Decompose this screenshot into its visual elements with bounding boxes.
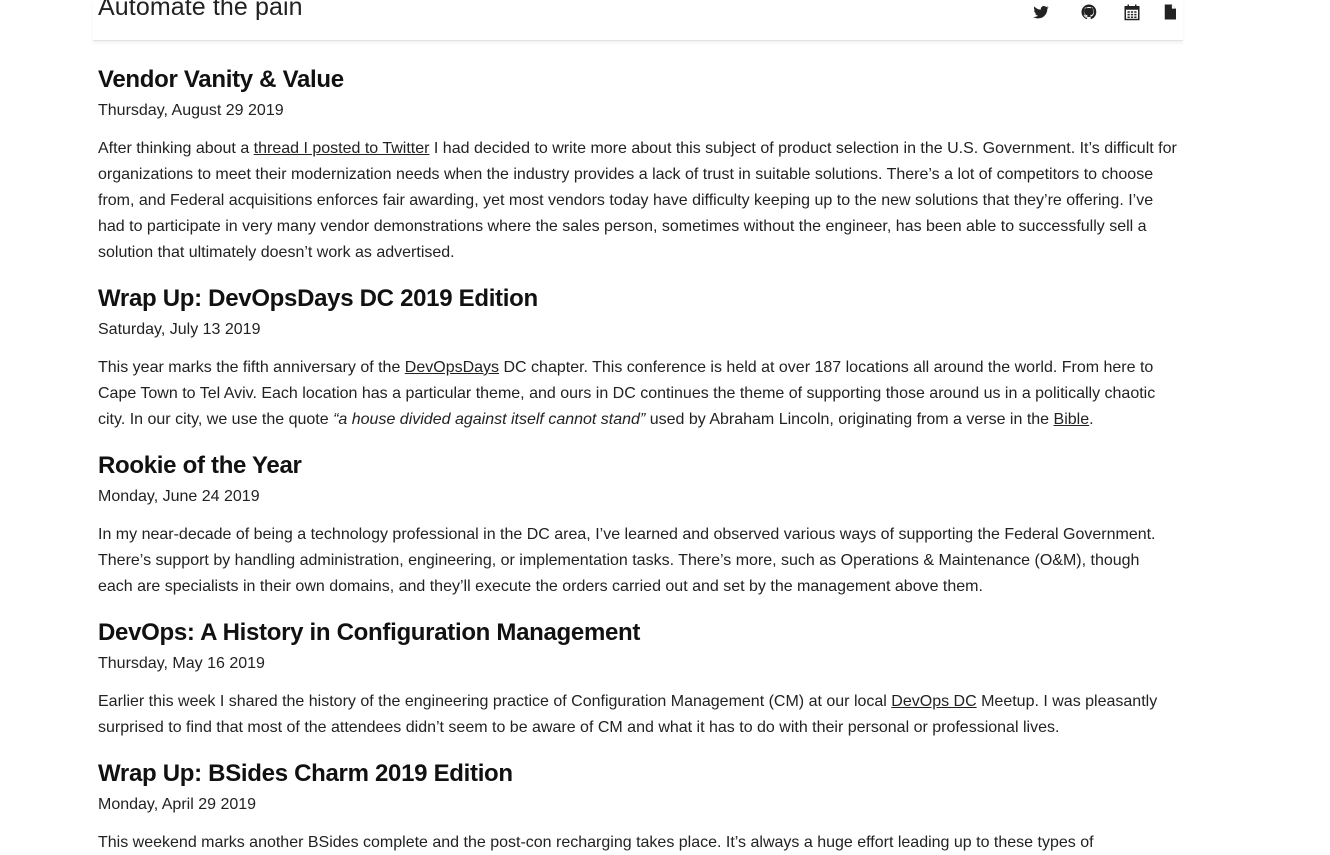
post-excerpt: This weekend marks another BSides comple… — [98, 834, 1094, 851]
post-item: DevOps: A History in Configuration Manag… — [98, 615, 1178, 741]
devops-dc-link[interactable]: DevOps DC — [891, 693, 976, 710]
post-title-link[interactable]: DevOps: A History in Configuration Manag… — [98, 615, 1178, 651]
excerpt-text: This year marks the fifth anniversary of… — [98, 359, 405, 376]
post-excerpt: This year marks the fifth anniversary of… — [98, 355, 1178, 433]
post-item: Vendor Vanity & Value Thursday, August 2… — [98, 62, 1178, 266]
devopsdays-link[interactable]: DevOpsDays — [405, 359, 499, 376]
excerpt-text: After thinking about a — [98, 140, 254, 157]
github-icon[interactable] — [1080, 3, 1098, 21]
post-date: Monday, April 29 2019 — [98, 796, 257, 813]
excerpt-text: used by Abraham Lincoln, originating fro… — [645, 411, 1054, 428]
calendar-icon[interactable] — [1123, 3, 1141, 21]
excerpt-text: I had decided to write more about this s… — [98, 140, 1177, 261]
post-excerpt: In my near-decade of being a technology … — [98, 526, 1156, 595]
document-icon[interactable] — [1161, 3, 1179, 21]
site-header: Automate the pain — [93, 0, 1183, 41]
post-item: Wrap Up: BSides Charm 2019 Edition Monda… — [98, 756, 1094, 855]
post-excerpt: Earlier this week I shared the history o… — [98, 689, 1178, 741]
twitter-icon[interactable] — [1032, 3, 1050, 21]
post-date: Thursday, May 16 2019 — [98, 655, 265, 672]
post-date: Monday, June 24 2019 — [98, 488, 260, 505]
post-date: Saturday, July 13 2019 — [98, 321, 261, 338]
post-item: Wrap Up: DevOpsDays DC 2019 Edition Satu… — [98, 281, 1178, 433]
post-date: Thursday, August 29 2019 — [98, 102, 284, 119]
post-item: Rookie of the Year Monday, June 24 2019 … — [98, 448, 1178, 600]
post-title-link[interactable]: Wrap Up: DevOpsDays DC 2019 Edition — [98, 281, 1178, 317]
post-title-link[interactable]: Wrap Up: BSides Charm 2019 Edition — [98, 756, 1094, 792]
excerpt-quote: “a house divided against itself cannot s… — [333, 411, 646, 428]
excerpt-text: . — [1089, 411, 1094, 428]
bible-link[interactable]: Bible — [1054, 411, 1090, 428]
post-title-link[interactable]: Rookie of the Year — [98, 448, 1178, 484]
excerpt-text: Earlier this week I shared the history o… — [98, 693, 892, 710]
post-title-link[interactable]: Vendor Vanity & Value — [98, 62, 1178, 98]
post-excerpt: After thinking about a thread I posted t… — [98, 136, 1178, 266]
twitter-thread-link[interactable]: thread I posted to Twitter — [254, 140, 430, 157]
site-title-link[interactable]: Automate the pain — [98, 0, 303, 22]
